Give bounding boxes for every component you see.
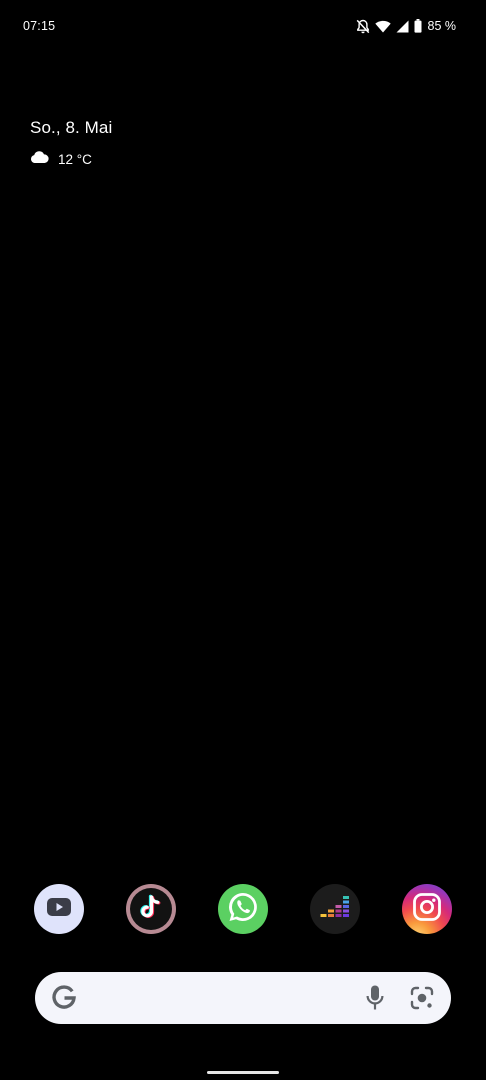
tiktok-icon <box>139 894 163 925</box>
status-bar[interactable]: 07:15 85 % <box>0 0 486 52</box>
glance-weather[interactable]: 12 °C <box>30 150 112 168</box>
deezer-icon <box>319 895 351 923</box>
youtube-icon <box>46 897 72 922</box>
at-a-glance-widget[interactable]: So., 8. Mai 12 °C <box>30 118 112 168</box>
app-deezer[interactable] <box>310 884 360 934</box>
status-icons: 85 % <box>356 17 457 35</box>
app-youtube[interactable] <box>34 884 84 934</box>
tiktok-icon-background <box>130 888 172 930</box>
wifi-icon <box>374 20 391 33</box>
instagram-icon <box>412 892 442 927</box>
battery-icon <box>414 19 422 33</box>
app-instagram[interactable] <box>402 884 452 934</box>
battery-percentage: 85 % <box>427 19 457 33</box>
google-search-bar[interactable] <box>35 972 451 1024</box>
status-time: 07:15 <box>23 19 56 33</box>
app-tiktok[interactable] <box>126 884 176 934</box>
cloud-icon <box>30 150 49 168</box>
google-lens-icon[interactable] <box>409 985 435 1016</box>
glance-date[interactable]: So., 8. Mai <box>30 118 112 138</box>
microphone-icon[interactable] <box>364 984 386 1017</box>
google-g-icon <box>51 985 77 1016</box>
cell-signal-icon <box>396 20 409 33</box>
app-dock <box>0 884 486 936</box>
app-whatsapp[interactable] <box>218 884 268 934</box>
whatsapp-icon <box>225 889 261 930</box>
notifications-off-icon <box>356 19 370 34</box>
gesture-nav-handle[interactable] <box>207 1071 279 1074</box>
glance-temperature: 12 °C <box>58 151 92 167</box>
